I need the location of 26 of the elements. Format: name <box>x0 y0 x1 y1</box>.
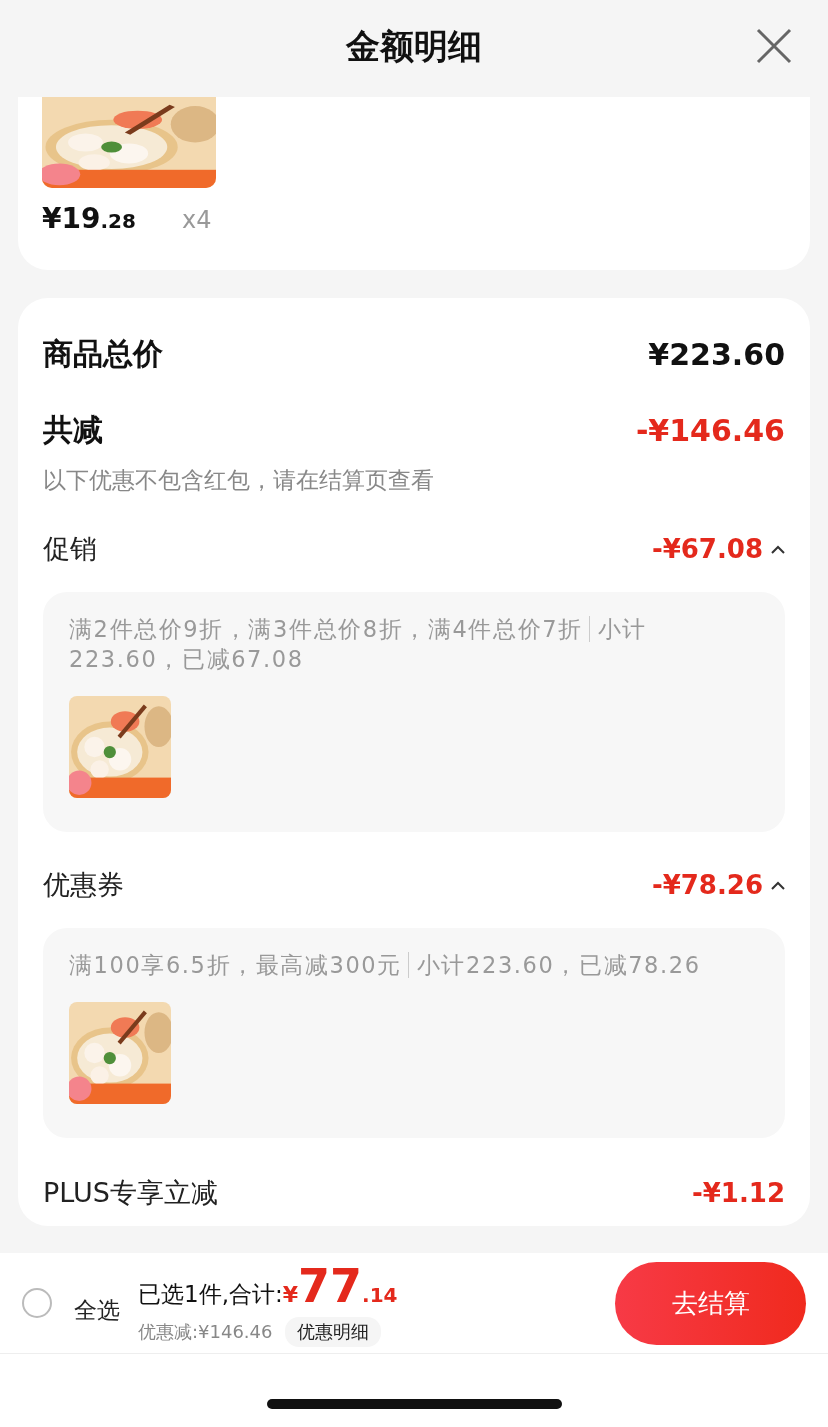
item-price: ¥19.28 <box>42 202 137 235</box>
chevron-up-icon[interactable] <box>771 544 785 554</box>
select-all-checkbox[interactable] <box>22 1288 52 1318</box>
discount-type-amount: -¥1.12 <box>691 1178 785 1208</box>
item-quantity: x4 <box>182 206 212 234</box>
discount-type-amount: -¥67.08 <box>651 534 763 564</box>
discount-amount: -¥146.46 <box>635 412 785 448</box>
select-all-label[interactable]: 全选 <box>74 1294 120 1326</box>
discount-rule-text: 满2件总价9折，满3件总价8折，满4件总价7折 小计223.60，已减67.08 <box>69 615 648 674</box>
selected-count-text: 已选1件,合计: <box>138 1280 283 1309</box>
chevron-up-icon[interactable] <box>771 880 785 890</box>
discount-rule-text: 满100享6.5折，最高减300元 小计223.60，已减78.26 <box>69 951 702 980</box>
checkout-button[interactable]: 去结算 <box>615 1261 806 1345</box>
subtotal-label: 商品总价 <box>43 334 163 373</box>
discount-type-amount: -¥78.26 <box>651 870 763 900</box>
discount-type-label: 优惠券 <box>43 868 124 902</box>
discount-note: 以下优惠不包含红包，请在结算页查看 <box>43 466 435 495</box>
discount-type-label: PLUS专享立减 <box>43 1176 218 1210</box>
close-icon[interactable] <box>756 28 792 64</box>
discount-label: 共减 <box>43 410 103 449</box>
saved-amount: 优惠减:¥146.46 <box>138 1320 273 1344</box>
subtotal-amount: ¥223.60 <box>648 336 785 372</box>
discount-type-label: 促销 <box>43 532 97 566</box>
discount-detail-button[interactable]: 优惠明细 <box>284 1317 381 1347</box>
total-price: ¥77.14 <box>282 1259 398 1313</box>
window-title: 金额明细 <box>346 25 482 68</box>
